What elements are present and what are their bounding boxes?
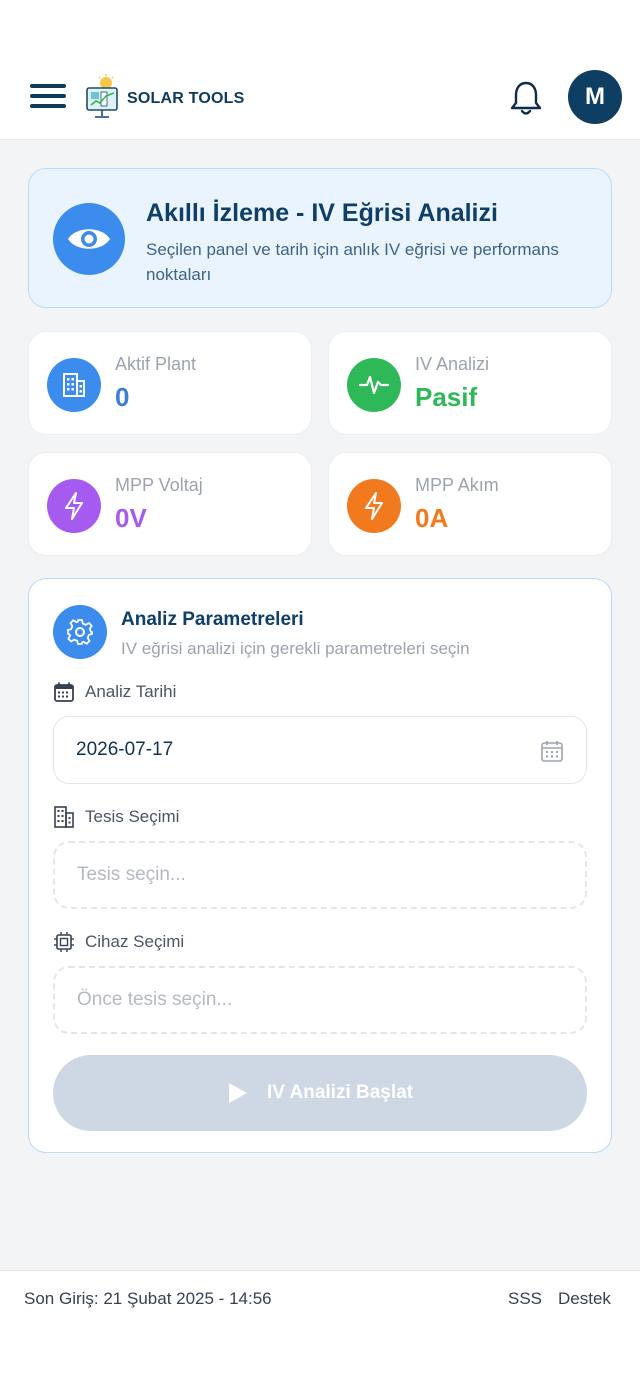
stat-label: MPP Voltaj	[115, 475, 203, 495]
building-icon	[54, 806, 74, 828]
stat-value: Pasif	[415, 382, 478, 412]
building-icon	[47, 358, 101, 412]
calendar-icon	[54, 682, 74, 702]
page-subtitle: Seçilen panel ve tarih için anlık IV eğr…	[146, 240, 559, 284]
device-select[interactable]: Önce tesis seçin...	[53, 966, 587, 1034]
stat-card-mpp-current: MPP Akım 0A	[328, 452, 612, 556]
faq-link[interactable]: SSS	[508, 1289, 542, 1309]
info-banner: Akıllı İzleme - IV Eğrisi Analizi Seçile…	[28, 168, 612, 308]
stat-label: MPP Akım	[415, 475, 499, 495]
menu-line	[30, 94, 66, 98]
page-footer: Son Giriş: 21 Şubat 2025 - 14:56 SSS Des…	[0, 1270, 640, 1385]
date-label-text: Analiz Tarihi	[85, 682, 177, 701]
stat-value: 0A	[415, 503, 449, 533]
stat-label: IV Analizi	[415, 354, 490, 374]
lightning-icon	[347, 479, 401, 533]
play-icon	[228, 1083, 247, 1103]
gear-icon	[53, 605, 107, 659]
analysis-parameters-panel: Analiz Parametreleri IV eğrisi analizi i…	[28, 578, 612, 1153]
brand-name: SOLAR TOOLS	[127, 90, 245, 107]
date-value: 2026-07-17	[76, 739, 174, 760]
stat-card-iv-analysis: IV Analizi Pasif	[328, 331, 612, 435]
facility-label-text: Tesis Seçimi	[85, 807, 180, 826]
page-title: Akıllı İzleme - IV Eğrisi Analizi	[146, 199, 498, 227]
lightning-icon	[47, 479, 101, 533]
stat-value: 0	[115, 382, 130, 412]
calendar-picker-icon[interactable]	[540, 739, 564, 763]
stat-card-active-plant: Aktif Plant 0	[28, 331, 312, 435]
status-bar-area	[0, 0, 640, 58]
bell-icon[interactable]	[508, 78, 544, 118]
support-link[interactable]: Destek	[558, 1289, 611, 1309]
facility-placeholder: Tesis seçin...	[77, 864, 186, 885]
start-iv-analysis-button[interactable]: IV Analizi Başlat	[53, 1055, 587, 1131]
stat-value: 0V	[115, 503, 147, 533]
panel-subtitle: IV eğrisi analizi için gerekli parametre…	[121, 639, 470, 658]
menu-line	[30, 84, 66, 88]
analysis-date-input[interactable]: 2026-07-17	[53, 716, 587, 784]
last-login-text: Son Giriş: 21 Şubat 2025 - 14:56	[24, 1289, 272, 1308]
panel-title: Analiz Parametreleri	[121, 609, 304, 630]
activity-icon	[347, 358, 401, 412]
device-label-text: Cihaz Seçimi	[85, 932, 185, 951]
stat-card-mpp-voltage: MPP Voltaj 0V	[28, 452, 312, 556]
user-avatar[interactable]: M	[568, 70, 622, 124]
solar-tools-logo-icon	[86, 74, 118, 118]
chip-icon	[54, 932, 74, 952]
device-placeholder: Önce tesis seçin...	[77, 989, 233, 1010]
menu-line	[30, 104, 66, 108]
eye-icon	[53, 203, 125, 275]
stat-label: Aktif Plant	[115, 354, 197, 374]
device-field-label: Cihaz Seçimi	[53, 930, 184, 954]
app-header: SOLAR TOOLS M	[0, 58, 640, 140]
hamburger-menu-button[interactable]	[30, 84, 66, 112]
facility-field-label: Tesis Seçimi	[53, 805, 179, 829]
date-field-label: Analiz Tarihi	[53, 680, 176, 704]
facility-select[interactable]: Tesis seçin...	[53, 841, 587, 909]
start-button-label: IV Analizi Başlat	[266, 1082, 414, 1103]
